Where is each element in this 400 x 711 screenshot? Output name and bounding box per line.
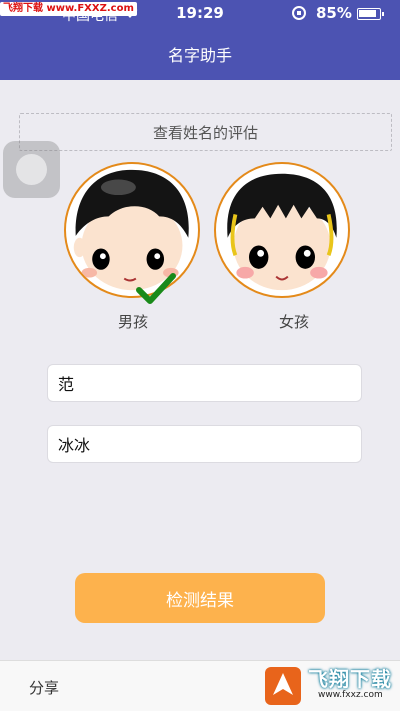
brand-logo-text: 飞翔下载: [308, 667, 392, 691]
battery-percent: 85%: [316, 4, 352, 22]
gender-option-female[interactable]: [214, 162, 350, 298]
share-button[interactable]: 分享: [29, 677, 59, 698]
given-name-value: 冰冰: [58, 436, 91, 455]
surname-field[interactable]: 范: [47, 364, 362, 402]
rotation-lock-icon: [292, 6, 306, 20]
check-result-label: 检测结果: [166, 590, 234, 611]
brand-url: www.fxxz.com: [318, 690, 383, 700]
battery-icon: [357, 8, 384, 20]
check-result-button[interactable]: 检测结果: [75, 573, 325, 623]
girl-avatar-icon: [214, 162, 350, 298]
female-label[interactable]: 女孩: [254, 311, 334, 332]
gender-option-male[interactable]: [64, 162, 200, 304]
surname-value: 范: [58, 375, 75, 394]
nav-bar: 名字助手: [0, 28, 400, 80]
status-bar: 中国电信 飞翔下载 www.FXXZ.com 19:29 85%: [0, 0, 400, 28]
male-label[interactable]: 男孩: [93, 311, 173, 332]
given-name-field[interactable]: 冰冰: [47, 425, 362, 463]
assistive-touch-button[interactable]: [3, 141, 60, 198]
page-title: 名字助手: [167, 46, 232, 65]
brand-logo-icon: [265, 667, 301, 705]
view-name-evaluation-label: 查看姓名的评估: [152, 123, 258, 142]
boy-avatar-icon: [64, 162, 200, 298]
view-name-evaluation-button[interactable]: 查看姓名的评估: [19, 113, 392, 151]
checkmark-icon: [136, 273, 176, 304]
